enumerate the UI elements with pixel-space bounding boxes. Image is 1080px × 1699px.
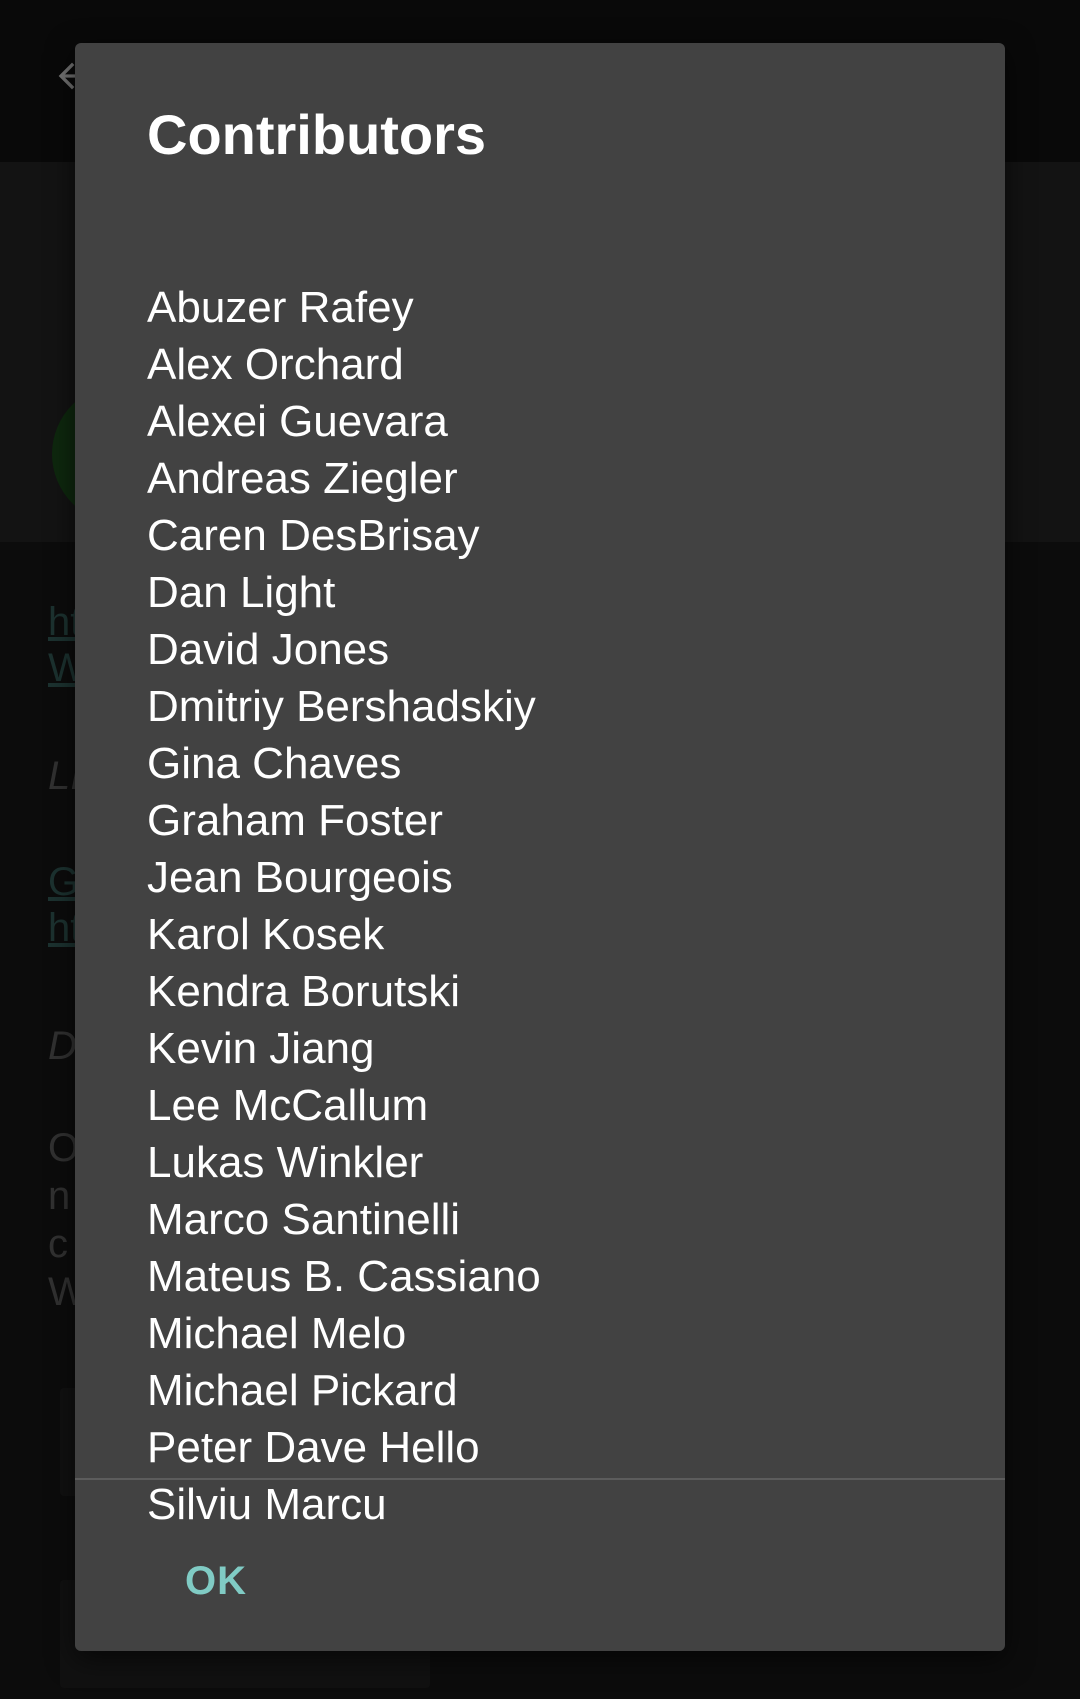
contributor-item: Michael Pickard bbox=[147, 1366, 458, 1415]
contributor-item: Silviu Marcu bbox=[147, 1480, 387, 1521]
contributor-item: Kendra Borutski bbox=[147, 967, 461, 1016]
contributor-item: Michael Melo bbox=[147, 1309, 407, 1358]
contributor-item: Gina Chaves bbox=[147, 739, 402, 788]
contributors-scroll-area[interactable]: Abuzer Rafey Alex Orchard Alexei Guevara… bbox=[75, 233, 1005, 1521]
contributor-item: Karol Kosek bbox=[147, 910, 385, 959]
contributor-item: Marco Santinelli bbox=[147, 1195, 461, 1244]
contributor-item: Graham Foster bbox=[147, 796, 443, 845]
contributor-item: Lee McCallum bbox=[147, 1081, 429, 1130]
contributor-item: Caren DesBrisay bbox=[147, 511, 480, 560]
contributor-item: David Jones bbox=[147, 625, 390, 674]
contributor-item: Peter Dave Hello bbox=[147, 1423, 480, 1472]
screen: ht W LI G ht D O n c W Contributors Abuz… bbox=[0, 0, 1080, 1699]
contributor-item: Mateus B. Cassiano bbox=[147, 1252, 541, 1301]
dialog-title: Contributors bbox=[147, 103, 487, 166]
contributor-item: Abuzer Rafey bbox=[147, 283, 414, 332]
ok-button[interactable]: OK bbox=[171, 1551, 261, 1612]
contributor-item: Jean Bourgeois bbox=[147, 853, 453, 902]
contributor-item: Alexei Guevara bbox=[147, 397, 448, 446]
contributor-item: Alex Orchard bbox=[147, 340, 404, 389]
dialog-divider bbox=[75, 1478, 1005, 1480]
contributor-item: Lukas Winkler bbox=[147, 1138, 424, 1187]
contributor-item: Andreas Ziegler bbox=[147, 454, 458, 503]
contributor-item: Dmitriy Bershadskiy bbox=[147, 682, 536, 731]
contributor-list: Abuzer Rafey Alex Orchard Alexei Guevara… bbox=[75, 233, 1005, 1521]
contributor-item: Dan Light bbox=[147, 568, 336, 617]
contributors-dialog: Contributors Abuzer Rafey Alex Orchard A… bbox=[75, 43, 1005, 1651]
contributor-item: Kevin Jiang bbox=[147, 1024, 375, 1073]
